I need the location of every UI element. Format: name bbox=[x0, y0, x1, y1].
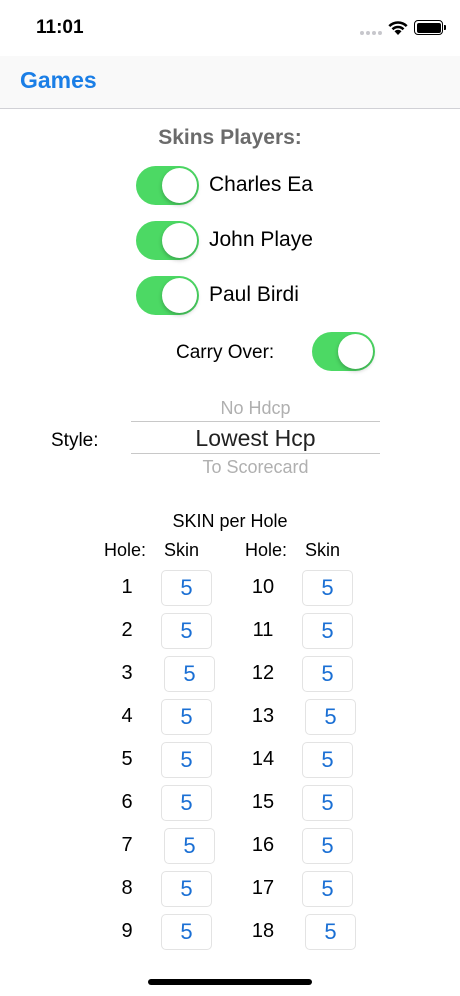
navigation-bar: Games bbox=[0, 56, 460, 109]
hole-number: 18 bbox=[251, 920, 275, 942]
player-name: Paul Birdi bbox=[209, 283, 299, 306]
hole-number: 17 bbox=[251, 877, 275, 899]
status-bar: 11:01 bbox=[0, 0, 460, 56]
skin-value-field[interactable]: 5 bbox=[302, 785, 353, 821]
hole-number: 7 bbox=[121, 834, 133, 856]
skin-value-field[interactable]: 5 bbox=[302, 871, 353, 907]
skin-value-field[interactable]: 5 bbox=[161, 570, 212, 606]
hole-number: 3 bbox=[121, 662, 133, 684]
hole-column-header: Hole: bbox=[245, 540, 288, 560]
player-toggle[interactable] bbox=[136, 276, 199, 315]
picker-option[interactable]: To Scorecard bbox=[131, 457, 380, 478]
skin-value-field[interactable]: 5 bbox=[302, 613, 353, 649]
skin-value-field[interactable]: 5 bbox=[161, 785, 212, 821]
hole-number: 15 bbox=[251, 791, 275, 813]
toggle-knob bbox=[162, 168, 197, 203]
skin-value-field[interactable]: 5 bbox=[302, 742, 353, 778]
player-toggle[interactable] bbox=[136, 166, 199, 205]
hole-number: 1 bbox=[121, 576, 133, 598]
skin-value-field[interactable]: 5 bbox=[164, 656, 215, 692]
skin-value-field[interactable]: 5 bbox=[161, 613, 212, 649]
skin-column-header: Skin bbox=[305, 540, 341, 560]
skin-value-field[interactable]: 5 bbox=[302, 828, 353, 864]
hole-number: 2 bbox=[121, 619, 133, 641]
hole-number: 13 bbox=[251, 705, 275, 727]
skin-value-field[interactable]: 5 bbox=[164, 828, 215, 864]
toggle-knob bbox=[162, 278, 197, 313]
picker-divider bbox=[131, 421, 380, 422]
skin-value-field[interactable]: 5 bbox=[161, 871, 212, 907]
skins-players-title: Skins Players: bbox=[158, 126, 302, 149]
hole-number: 4 bbox=[121, 705, 133, 727]
player-name: Charles Ea bbox=[209, 173, 313, 196]
skin-value-field[interactable]: 5 bbox=[161, 914, 212, 950]
skin-value-field[interactable]: 5 bbox=[161, 742, 212, 778]
picker-option[interactable]: No Hdcp bbox=[131, 398, 380, 419]
skin-per-hole-title: SKIN per Hole bbox=[172, 511, 288, 531]
style-picker[interactable]: No Hdcp Lowest Hcp To Scorecard bbox=[131, 394, 380, 480]
hole-number: 6 bbox=[121, 791, 133, 813]
hole-number: 16 bbox=[251, 834, 275, 856]
player-toggle[interactable] bbox=[136, 221, 199, 260]
picker-selected-option[interactable]: Lowest Hcp bbox=[131, 425, 380, 452]
hole-number: 8 bbox=[121, 877, 133, 899]
picker-divider bbox=[131, 453, 380, 454]
hole-number: 5 bbox=[121, 748, 133, 770]
toggle-knob bbox=[338, 334, 373, 369]
skin-column-header: Skin bbox=[164, 540, 200, 560]
skin-value-field[interactable]: 5 bbox=[305, 699, 356, 735]
wifi-icon bbox=[388, 21, 408, 35]
hole-column-header: Hole: bbox=[104, 540, 147, 560]
status-time: 11:01 bbox=[36, 17, 84, 38]
hole-number: 12 bbox=[251, 662, 275, 684]
games-back-button[interactable]: Games bbox=[20, 67, 97, 94]
skin-value-field[interactable]: 5 bbox=[161, 699, 212, 735]
style-label: Style: bbox=[51, 430, 99, 451]
hole-number: 9 bbox=[121, 920, 133, 942]
cellular-signal-icon bbox=[360, 31, 384, 35]
hole-number: 11 bbox=[252, 619, 274, 641]
carry-over-toggle[interactable] bbox=[312, 332, 375, 371]
toggle-knob bbox=[162, 223, 197, 258]
battery-icon bbox=[414, 20, 446, 35]
home-indicator bbox=[148, 979, 312, 985]
skin-value-field[interactable]: 5 bbox=[302, 570, 353, 606]
skin-value-field[interactable]: 5 bbox=[305, 914, 356, 950]
carry-over-label: Carry Over: bbox=[176, 342, 275, 363]
player-name: John Playe bbox=[209, 228, 313, 251]
skin-value-field[interactable]: 5 bbox=[302, 656, 353, 692]
hole-number: 14 bbox=[251, 748, 275, 770]
hole-number: 10 bbox=[251, 576, 275, 598]
